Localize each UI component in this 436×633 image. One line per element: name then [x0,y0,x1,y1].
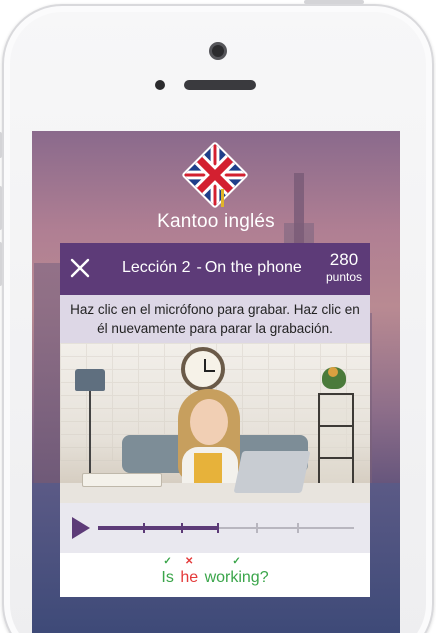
lesson-header: Lección 2- On the phone 280 puntos [60,243,370,295]
union-jack-logo [181,141,249,209]
wall-clock [181,347,225,391]
proximity-sensor [155,80,165,90]
lesson-topic: On the phone [204,259,302,276]
audio-marker [255,523,258,533]
woman-shirt [194,453,222,487]
audio-marker [217,523,220,533]
lesson-separator: - [196,259,202,276]
word-mark-icon: ✓ [232,556,241,567]
close-icon[interactable] [68,256,92,280]
mute-switch [0,132,2,158]
app-screen: Kantoo inglés Lección 2- On the phone 280… [32,131,400,633]
front-camera [209,42,227,60]
plant-flower [328,367,338,377]
points-counter: 280 puntos [326,251,362,283]
lesson-label: Lección 2 [122,259,191,276]
lesson-title: Lección 2- On the phone [122,259,302,277]
laptop [233,451,311,493]
open-book [82,473,162,487]
woman-face [190,399,228,445]
audio-player [60,503,370,553]
volume-down-button [0,242,2,286]
floor-lamp [75,369,105,391]
answer-feedback: ✓ Is ✕ he ✓ working? [60,553,370,597]
power-button [304,0,364,4]
audio-marker [181,523,184,533]
points-label: puntos [325,270,362,284]
bookshelf [318,393,354,489]
shelf-board [320,425,352,427]
answer-sentence: ✓ Is ✕ he ✓ working? [60,557,370,587]
earpiece-speaker [184,80,256,90]
word-text: Is [161,569,174,586]
audio-marker [143,523,146,533]
word-text: working? [204,569,269,586]
answer-word: ✓ working? [204,557,269,587]
word-mark-icon: ✕ [185,556,194,567]
shelf-board [320,457,352,459]
audio-progress-fill [98,526,219,530]
word-text: he [180,569,199,586]
lesson-photo [60,343,370,503]
instruction-text: Haz clic en el micrófono para grabar. Ha… [60,295,370,343]
points-value: 280 [329,250,359,269]
graduation-tassel [221,189,224,207]
clock-hand [204,370,215,372]
answer-word: ✓ Is [161,557,174,587]
volume-up-button [0,186,2,230]
audio-progress-track[interactable] [98,523,354,533]
app-title: Kantoo inglés [157,211,275,232]
word-mark-icon: ✓ [163,556,172,567]
union-jack-icon [183,143,247,207]
play-icon[interactable] [72,517,90,539]
audio-marker [296,523,299,533]
answer-word: ✕ he [180,557,199,587]
